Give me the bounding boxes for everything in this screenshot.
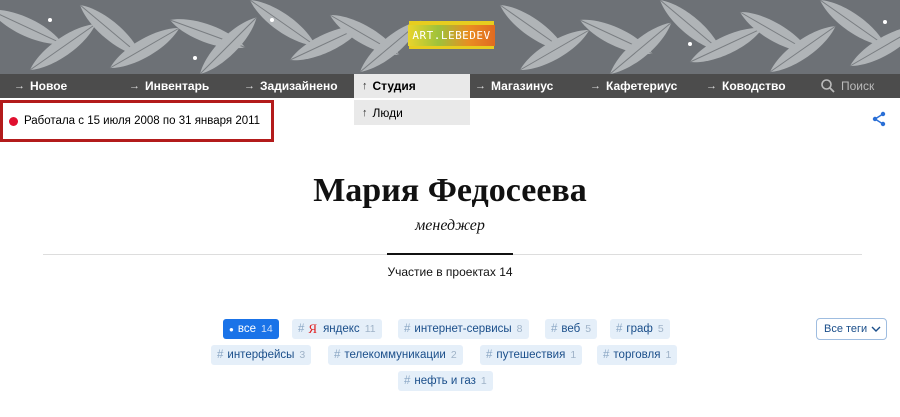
arrow-right-icon: → xyxy=(475,80,486,92)
tag-label: интернет-сервисы xyxy=(414,323,512,335)
status-dot-icon xyxy=(9,116,18,126)
share-button[interactable] xyxy=(871,111,887,132)
tag-telecommunications[interactable]: # телекоммуникации 2 xyxy=(328,345,463,365)
tag-label: граф xyxy=(626,323,653,335)
tag-graph[interactable]: # граф 5 xyxy=(610,319,670,339)
nav-subitem-people[interactable]: ↑ Люди xyxy=(354,100,470,125)
tag-trade[interactable]: # торговля 1 xyxy=(597,345,678,365)
tag-count: 3 xyxy=(299,349,306,361)
nav-item-shop[interactable]: → Магазинус xyxy=(475,74,553,98)
tag-oil-gas[interactable]: # нефть и газ 1 xyxy=(398,371,493,391)
person-role: менеджер xyxy=(415,217,485,234)
tag-count: 2 xyxy=(450,349,457,361)
header-banner: ART.LEBEDEV xyxy=(0,0,900,74)
nav-item-cafeteria[interactable]: → Кафетериус xyxy=(590,74,677,98)
tag-label: интерфейсы xyxy=(227,349,295,361)
hash-icon: # xyxy=(404,323,411,335)
nav-subitem-label: Люди xyxy=(372,105,403,120)
site-logo[interactable]: ART.LEBEDEV xyxy=(408,21,495,49)
nav-item-new[interactable]: → Новое xyxy=(14,74,67,98)
tag-yandex[interactable]: # Я яндекс 11 xyxy=(292,319,382,339)
yandex-icon: Я xyxy=(308,321,318,336)
tag-label: яндекс xyxy=(323,323,360,335)
arrow-right-icon: → xyxy=(590,80,601,92)
tag-label: телекоммуникации xyxy=(344,349,446,361)
employment-status: Работала с 15 июля 2008 по 31 января 201… xyxy=(0,100,274,142)
status-text: Работала с 15 июля 2008 по 31 января 201… xyxy=(24,115,261,127)
arrow-right-icon: → xyxy=(14,80,25,92)
tag-count: 5 xyxy=(585,323,592,335)
bullet-icon: ● xyxy=(229,324,234,334)
tag-count: 8 xyxy=(516,323,523,335)
share-icon xyxy=(872,111,886,127)
search-icon xyxy=(821,79,835,93)
nav-item-studio[interactable]: ↑ Студия xyxy=(354,74,470,98)
all-tags-dropdown[interactable]: Все теги xyxy=(816,318,887,340)
tag-count: 1 xyxy=(570,349,577,361)
tag-web[interactable]: # веб 5 xyxy=(545,319,598,339)
nav-item-label: Студия xyxy=(372,79,416,93)
search-label: Поиск xyxy=(841,79,875,93)
nav-item-label: Кафетериус xyxy=(606,79,678,93)
tag-all[interactable]: ● все 14 xyxy=(223,319,279,339)
all-tags-label: Все теги xyxy=(824,323,868,335)
tag-count: 14 xyxy=(260,323,273,335)
hash-icon: # xyxy=(298,323,305,335)
nav-item-label: Ководство xyxy=(722,79,786,93)
divider-accent xyxy=(387,253,513,255)
tag-interfaces[interactable]: # интерфейсы 3 xyxy=(211,345,312,365)
nav-item-label: Новое xyxy=(30,79,68,93)
hash-icon: # xyxy=(404,375,411,387)
tag-label: путешествия xyxy=(496,349,566,361)
nav-item-guide[interactable]: → Ководство xyxy=(706,74,786,98)
nav-item-label: Магазинус xyxy=(491,79,554,93)
arrow-right-icon: → xyxy=(129,80,140,92)
hash-icon: # xyxy=(334,349,341,361)
tag-label: торговля xyxy=(613,349,661,361)
person-name: Мария Федосеева xyxy=(313,172,587,209)
nav-item-label: Задизайнено xyxy=(260,79,338,93)
chevron-down-icon xyxy=(871,326,881,332)
tag-travel[interactable]: # путешествия 1 xyxy=(480,345,583,365)
tag-label: все xyxy=(237,323,256,335)
tag-count: 1 xyxy=(665,349,672,361)
arrow-up-icon: ↑ xyxy=(362,80,368,92)
hash-icon: # xyxy=(616,323,623,335)
hash-icon: # xyxy=(551,323,558,335)
nav-item-designed[interactable]: → Задизайнено xyxy=(244,74,338,98)
arrow-right-icon: → xyxy=(244,80,255,92)
arrow-right-icon: → xyxy=(706,80,717,92)
hash-icon: # xyxy=(603,349,610,361)
projects-count: Участие в проектах 14 xyxy=(387,265,513,279)
tag-label: нефть и газ xyxy=(414,375,476,387)
search-button[interactable]: Поиск xyxy=(821,74,874,98)
hash-icon: # xyxy=(486,349,493,361)
nav-item-inventory[interactable]: → Инвентарь xyxy=(129,74,209,98)
logo-text: ART.LEBEDEV xyxy=(408,24,495,46)
tag-internet-services[interactable]: # интернет-сервисы 8 xyxy=(398,319,529,339)
hash-icon: # xyxy=(217,349,224,361)
tag-count: 5 xyxy=(657,323,664,335)
tag-count: 1 xyxy=(480,375,487,387)
tag-label: веб xyxy=(561,323,581,335)
tag-count: 11 xyxy=(364,323,376,335)
arrow-up-icon: ↑ xyxy=(362,106,368,119)
nav-item-label: Инвентарь xyxy=(145,79,210,93)
